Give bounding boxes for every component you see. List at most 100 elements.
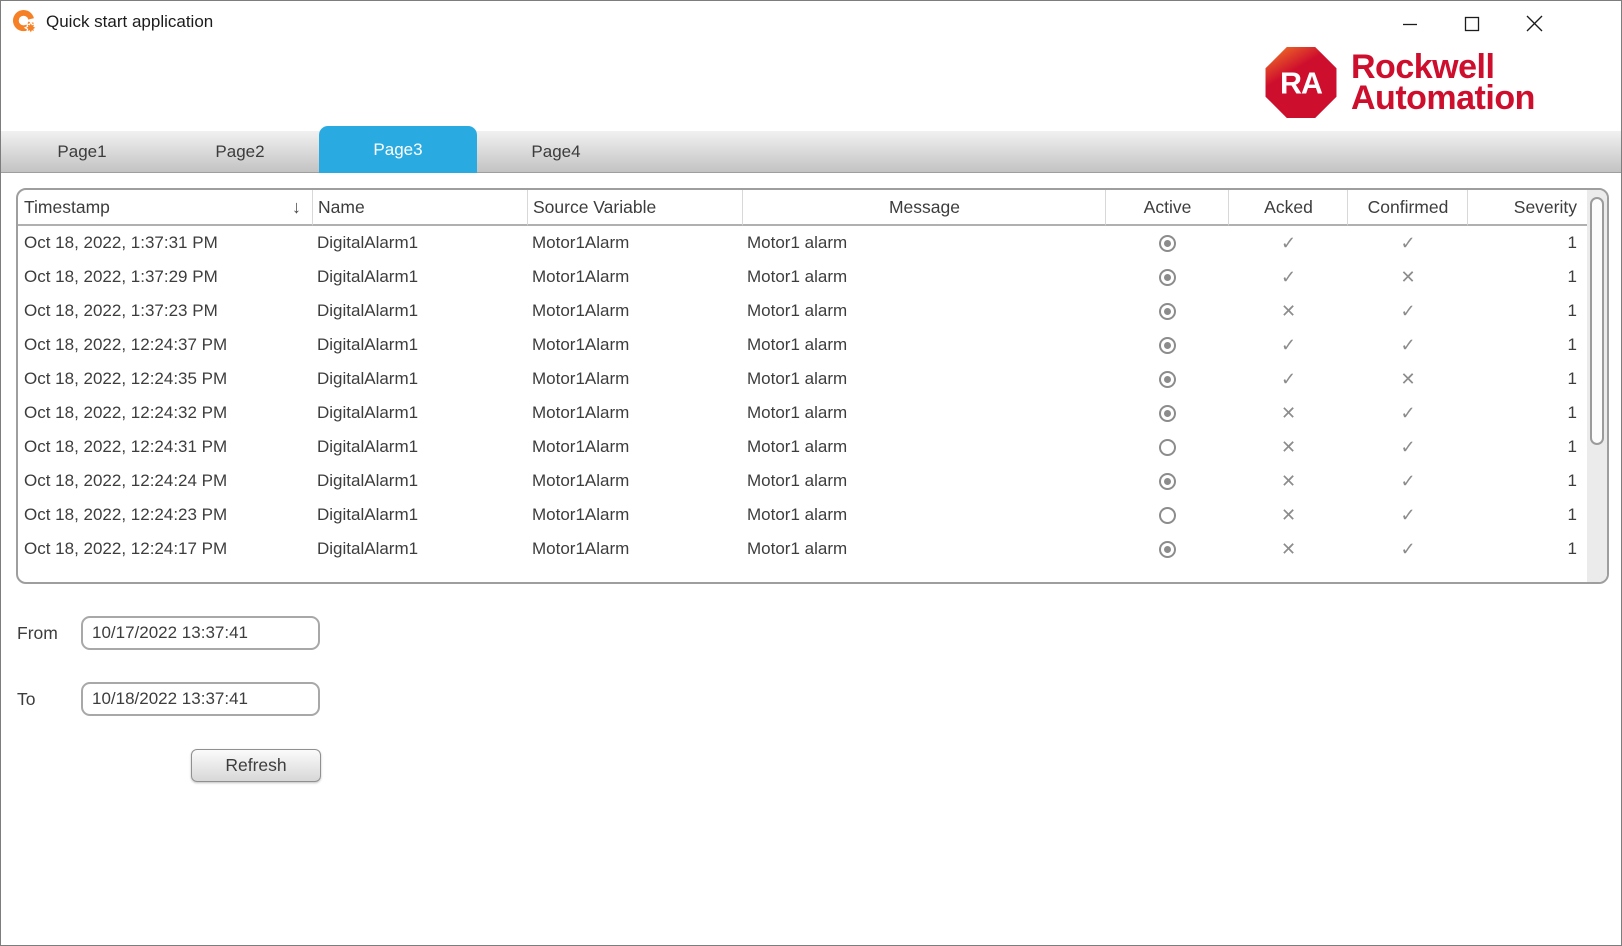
cell-active [1106,430,1229,464]
rockwell-automation-logo: RA Rockwell Automation [1264,46,1535,119]
tab-bar: Page1 Page2 Page3 Page4 [1,131,1621,173]
cell-timestamp: Oct 18, 2022, 12:24:37 PM [18,328,313,362]
cell-source-variable: Motor1Alarm [528,294,743,328]
cell-timestamp: Oct 18, 2022, 1:37:31 PM [18,226,313,260]
cell-name: DigitalAlarm1 [313,260,528,294]
cell-source-variable: Motor1Alarm [528,532,743,566]
cell-name: DigitalAlarm1 [313,396,528,430]
cell-severity: 1 [1468,498,1587,532]
table-row[interactable]: Oct 18, 2022, 12:24:24 PM DigitalAlarm1 … [18,464,1587,498]
cell-acked: ✕ [1229,430,1348,464]
cell-message: Motor1 alarm [743,328,1106,362]
acked-state-icon: ✓ [1281,234,1296,252]
cell-message: Motor1 alarm [743,294,1106,328]
cell-name: DigitalAlarm1 [313,532,528,566]
cell-severity: 1 [1468,328,1587,362]
tab-page2[interactable]: Page2 [161,131,319,173]
confirmed-state-icon: ✕ [1400,370,1415,388]
column-header-name[interactable]: Name [313,190,528,226]
column-header-active[interactable]: Active [1106,190,1229,226]
cell-severity: 1 [1468,464,1587,498]
cell-acked: ✓ [1229,260,1348,294]
vertical-scrollbar[interactable] [1587,190,1607,582]
column-header-severity[interactable]: Severity [1468,190,1587,226]
acked-state-icon: ✕ [1281,438,1296,456]
sort-descending-icon[interactable]: ↓ [292,197,301,218]
cell-source-variable: Motor1Alarm [528,464,743,498]
cell-confirmed: ✓ [1348,498,1468,532]
cell-active [1106,362,1229,396]
confirmed-state-icon: ✓ [1400,540,1415,558]
cell-severity: 1 [1468,532,1587,566]
minimize-button[interactable] [1379,1,1441,46]
from-date-input[interactable] [81,616,320,650]
confirmed-state-icon: ✓ [1400,472,1415,490]
cell-active [1106,226,1229,260]
cell-source-variable: Motor1Alarm [528,362,743,396]
cell-confirmed: ✓ [1348,396,1468,430]
cell-message: Motor1 alarm [743,464,1106,498]
table-row[interactable]: Oct 18, 2022, 1:37:23 PM DigitalAlarm1 M… [18,294,1587,328]
scrollbar-thumb[interactable] [1590,197,1604,445]
active-state-icon [1159,269,1176,286]
window-controls [1379,1,1565,46]
cell-active [1106,328,1229,362]
cell-name: DigitalAlarm1 [313,294,528,328]
confirmed-state-icon: ✓ [1400,302,1415,320]
to-date-input[interactable] [81,682,320,716]
cell-acked: ✕ [1229,396,1348,430]
cell-severity: 1 [1468,396,1587,430]
table-row[interactable]: Oct 18, 2022, 12:24:35 PM DigitalAlarm1 … [18,362,1587,396]
cell-confirmed: ✓ [1348,464,1468,498]
cell-acked: ✓ [1229,226,1348,260]
cell-name: DigitalAlarm1 [313,328,528,362]
table-row[interactable]: Oct 18, 2022, 12:24:37 PM DigitalAlarm1 … [18,328,1587,362]
cell-source-variable: Motor1Alarm [528,396,743,430]
ra-badge-text: RA [1280,67,1323,101]
cell-active [1106,396,1229,430]
acked-state-icon: ✕ [1281,506,1296,524]
to-label: To [17,689,35,710]
cell-timestamp: Oct 18, 2022, 12:24:31 PM [18,430,313,464]
maximize-button[interactable] [1441,1,1503,46]
confirmed-state-icon: ✓ [1400,234,1415,252]
acked-state-icon: ✓ [1281,268,1296,286]
table-header-row: Timestamp ↓ Name Source Variable Message… [18,190,1587,226]
acked-state-icon: ✓ [1281,336,1296,354]
cell-severity: 1 [1468,362,1587,396]
table-row[interactable]: Oct 18, 2022, 12:24:17 PM DigitalAlarm1 … [18,532,1587,566]
column-header-timestamp[interactable]: Timestamp ↓ [18,190,313,226]
cell-message: Motor1 alarm [743,260,1106,294]
rockwell-wordmark: Rockwell Automation [1351,52,1535,114]
cell-acked: ✕ [1229,294,1348,328]
tab-page4[interactable]: Page4 [477,131,635,173]
cell-confirmed: ✓ [1348,532,1468,566]
cell-message: Motor1 alarm [743,226,1106,260]
active-state-icon [1159,405,1176,422]
column-header-acked[interactable]: Acked [1229,190,1348,226]
cell-timestamp: Oct 18, 2022, 1:37:23 PM [18,294,313,328]
column-header-source-variable[interactable]: Source Variable [528,190,743,226]
column-header-message[interactable]: Message [743,190,1106,226]
cell-confirmed: ✓ [1348,430,1468,464]
acked-state-icon: ✕ [1281,404,1296,422]
table-row[interactable]: Oct 18, 2022, 12:24:31 PM DigitalAlarm1 … [18,430,1587,464]
cell-confirmed: ✓ [1348,328,1468,362]
table-row[interactable]: Oct 18, 2022, 1:37:31 PM DigitalAlarm1 M… [18,226,1587,260]
active-state-icon [1159,371,1176,388]
tab-page3[interactable]: Page3 [319,126,477,173]
tab-page1[interactable]: Page1 [3,131,161,173]
active-state-icon [1159,235,1176,252]
active-state-icon [1159,303,1176,320]
confirmed-state-icon: ✓ [1400,506,1415,524]
column-header-confirmed[interactable]: Confirmed [1348,190,1468,226]
refresh-button[interactable]: Refresh [191,749,321,782]
table-row[interactable]: Oct 18, 2022, 12:24:23 PM DigitalAlarm1 … [18,498,1587,532]
close-button[interactable] [1503,1,1565,46]
app-window: Quick start application [0,0,1622,946]
table-row[interactable]: Oct 18, 2022, 1:37:29 PM DigitalAlarm1 M… [18,260,1587,294]
confirmed-state-icon: ✕ [1400,268,1415,286]
table-row[interactable]: Oct 18, 2022, 12:24:32 PM DigitalAlarm1 … [18,396,1587,430]
active-state-icon [1159,541,1176,558]
active-state-icon [1159,473,1176,490]
